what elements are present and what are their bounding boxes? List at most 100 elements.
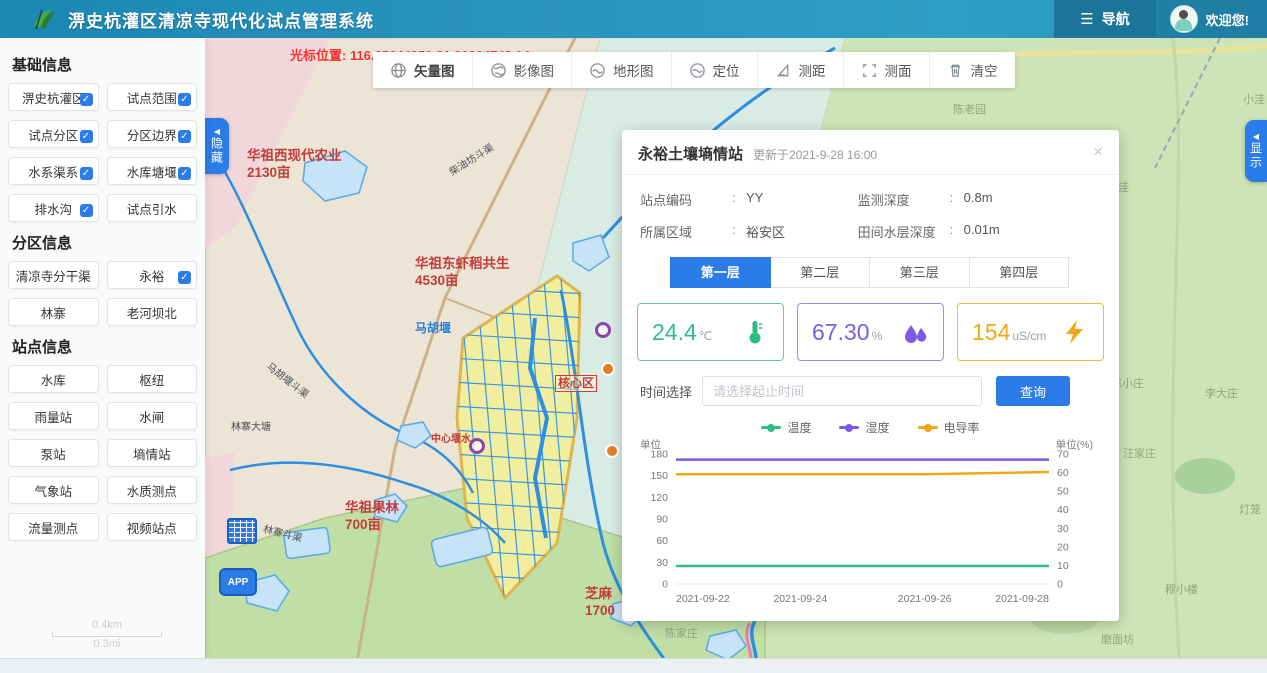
nav-button[interactable]: ☰ 导航 [1054,0,1155,38]
layer-toggle-button[interactable]: 淠史杭灌区✓ [8,83,99,111]
legend-label: 温度 [787,419,811,436]
layer-toggle-button[interactable]: 流量测点 [8,513,99,541]
layer-label: 气象站 [34,481,72,500]
layer-label: 分区边界 [127,125,177,144]
tool-label: 影像图 [514,60,555,80]
layer-toggle-button[interactable]: 水库塘堰✓ [107,157,198,185]
layer-toggle-button[interactable]: 试点范围✓ [107,83,198,111]
checkbox-checked-icon[interactable]: ✓ [178,93,191,106]
map-tool-terrain[interactable]: 地形图 [572,52,672,88]
svg-text:0: 0 [1057,579,1063,591]
layer-toggle-button[interactable]: 试点分区✓ [8,120,99,148]
sensor-unit: % [872,329,883,343]
avatar[interactable] [1170,5,1198,33]
checkbox-checked-icon[interactable]: ✓ [80,93,93,106]
ruler-icon [775,62,792,79]
legend-item[interactable]: 电导率 [918,419,980,436]
layer-toggle-button[interactable]: 试点引水 [107,194,198,222]
map-tool-trash[interactable]: 清空 [930,52,1015,88]
chevron-left-icon: ◀ [1253,132,1259,142]
layer-toggle-button[interactable]: 分区边界✓ [107,120,198,148]
checkbox-checked-icon[interactable]: ✓ [80,167,93,180]
svg-text:30: 30 [1057,523,1069,535]
layer-toggle-button[interactable]: 水闸 [107,402,198,430]
checkbox-checked-icon[interactable]: ✓ [80,204,93,217]
field-colon: : [950,222,964,241]
layer-toggle-button[interactable]: 林寨 [8,298,99,326]
lightning-icon [1061,318,1089,346]
scale-mi: 0.3mi [52,638,162,650]
map-tool-ruler[interactable]: 测距 [758,52,844,88]
layer-toggle-button[interactable]: 清凉寺分干渠 [8,261,99,289]
field-label: 所属区域 [640,222,732,241]
user-box[interactable]: 欢迎您! [1156,0,1267,38]
layer-toggle-button[interactable]: 水质测点 [107,476,198,504]
layer-toggle-button[interactable]: 水系渠系✓ [8,157,99,185]
layer-toggle-button[interactable]: 泵站 [8,439,99,467]
sensor-value: 24.4 [652,319,697,345]
sensor-value-group: 67.30% [812,319,882,346]
layer-button-grid: 清凉寺分干渠永裕✓ 林寨 老河坝北 [8,261,197,326]
layer-label: 雨量站 [34,407,72,426]
legend-item[interactable]: 温度 [761,419,811,436]
scale-km: 0.4km [52,619,162,631]
sensor-unit: uS/cm [1012,329,1046,343]
time-select-label: 时间选择 [640,382,692,401]
layer-label: 流量测点 [28,518,78,537]
layer-label: 试点范围 [127,88,177,107]
layer-toggle-button[interactable]: 永裕✓ [107,261,198,289]
legend-item[interactable]: 湿度 [839,419,889,436]
time-range-input[interactable] [702,376,982,406]
locate-icon [689,62,706,79]
checkbox-checked-icon[interactable]: ✓ [178,167,191,180]
chart-legend: 温度 湿度 电导率 [622,419,1119,436]
map-scalebar: 0.4km 0.3mi [52,619,162,650]
map-tool-globe-grid[interactable]: 矢量图 [373,52,473,88]
layer-label: 清凉寺分干渠 [16,266,91,285]
terrain-icon [589,62,606,79]
map-tool-locate[interactable]: 定位 [672,52,758,88]
legend-show-tab[interactable]: ◀ 显示 [1245,120,1267,182]
svg-text:60: 60 [1057,467,1069,479]
layer-toggle-button[interactable]: 水库 [8,365,99,393]
checkbox-checked-icon[interactable]: ✓ [80,130,93,143]
svg-text:70: 70 [1057,449,1069,461]
popup-title: 永裕土壤墒情站 [638,143,743,164]
soil-layer-tab[interactable]: 第四层 [970,257,1070,288]
layer-label: 排水沟 [34,199,72,218]
field-label: 田间水层深度 [858,222,950,241]
layer-toggle-button[interactable]: 排水沟 ✓ [8,194,99,222]
sensor-value: 154 [972,319,1010,345]
layer-toggle-button[interactable]: 视频站点 [107,513,198,541]
layer-label: 老河坝北 [127,303,177,322]
layer-toggle-button[interactable]: 老河坝北 [107,298,198,326]
menu-icon: ☰ [1080,10,1093,28]
query-button[interactable]: 查询 [996,376,1070,406]
map-tool-area[interactable]: 测面 [844,52,930,88]
svg-text:2021-09-26: 2021-09-26 [898,593,952,605]
layer-label: 水库 [41,370,66,389]
layer-toggle-button[interactable]: 气象站 [8,476,99,504]
checkbox-checked-icon[interactable]: ✓ [178,271,191,284]
soil-layer-tab[interactable]: 第一层 [670,257,771,288]
checkbox-checked-icon[interactable]: ✓ [178,130,191,143]
map-tool-globe[interactable]: 影像图 [473,52,573,88]
sensor-value-group: 154uS/cm [972,319,1046,346]
footer-strip [0,658,1267,673]
svg-text:50: 50 [1057,486,1069,498]
field-value: YY [746,190,763,209]
layer-label: 淠史杭灌区 [22,88,85,107]
layer-toggle-button[interactable]: 枢纽 [107,365,198,393]
layer-label: 墒情站 [133,444,171,463]
close-icon[interactable]: × [1093,143,1103,160]
layer-toggle-button[interactable]: 墒情站 [107,439,198,467]
sidebar-collapse-tab[interactable]: ◀ 隐藏 [205,118,229,174]
app-window: 淠史杭灌区清凉寺现代化试点管理系统 ☰ 导航 欢迎您! [0,0,1267,673]
layer-toggle-button[interactable]: 雨量站 [8,402,99,430]
soil-layer-tab[interactable]: 第三层 [870,257,970,288]
sidebar-sections: 基础信息淠史杭灌区✓试点范围✓试点分区✓分区边界✓水系渠系✓水库塘堰✓排水沟✓试… [8,54,197,541]
soil-layer-tab[interactable]: 第二层 [771,257,871,288]
svg-text:30: 30 [656,557,668,569]
map-toolbar: 矢量图 影像图地形图定位测距测面清空 [373,52,1015,88]
sensor-card: 154uS/cm [957,303,1104,361]
